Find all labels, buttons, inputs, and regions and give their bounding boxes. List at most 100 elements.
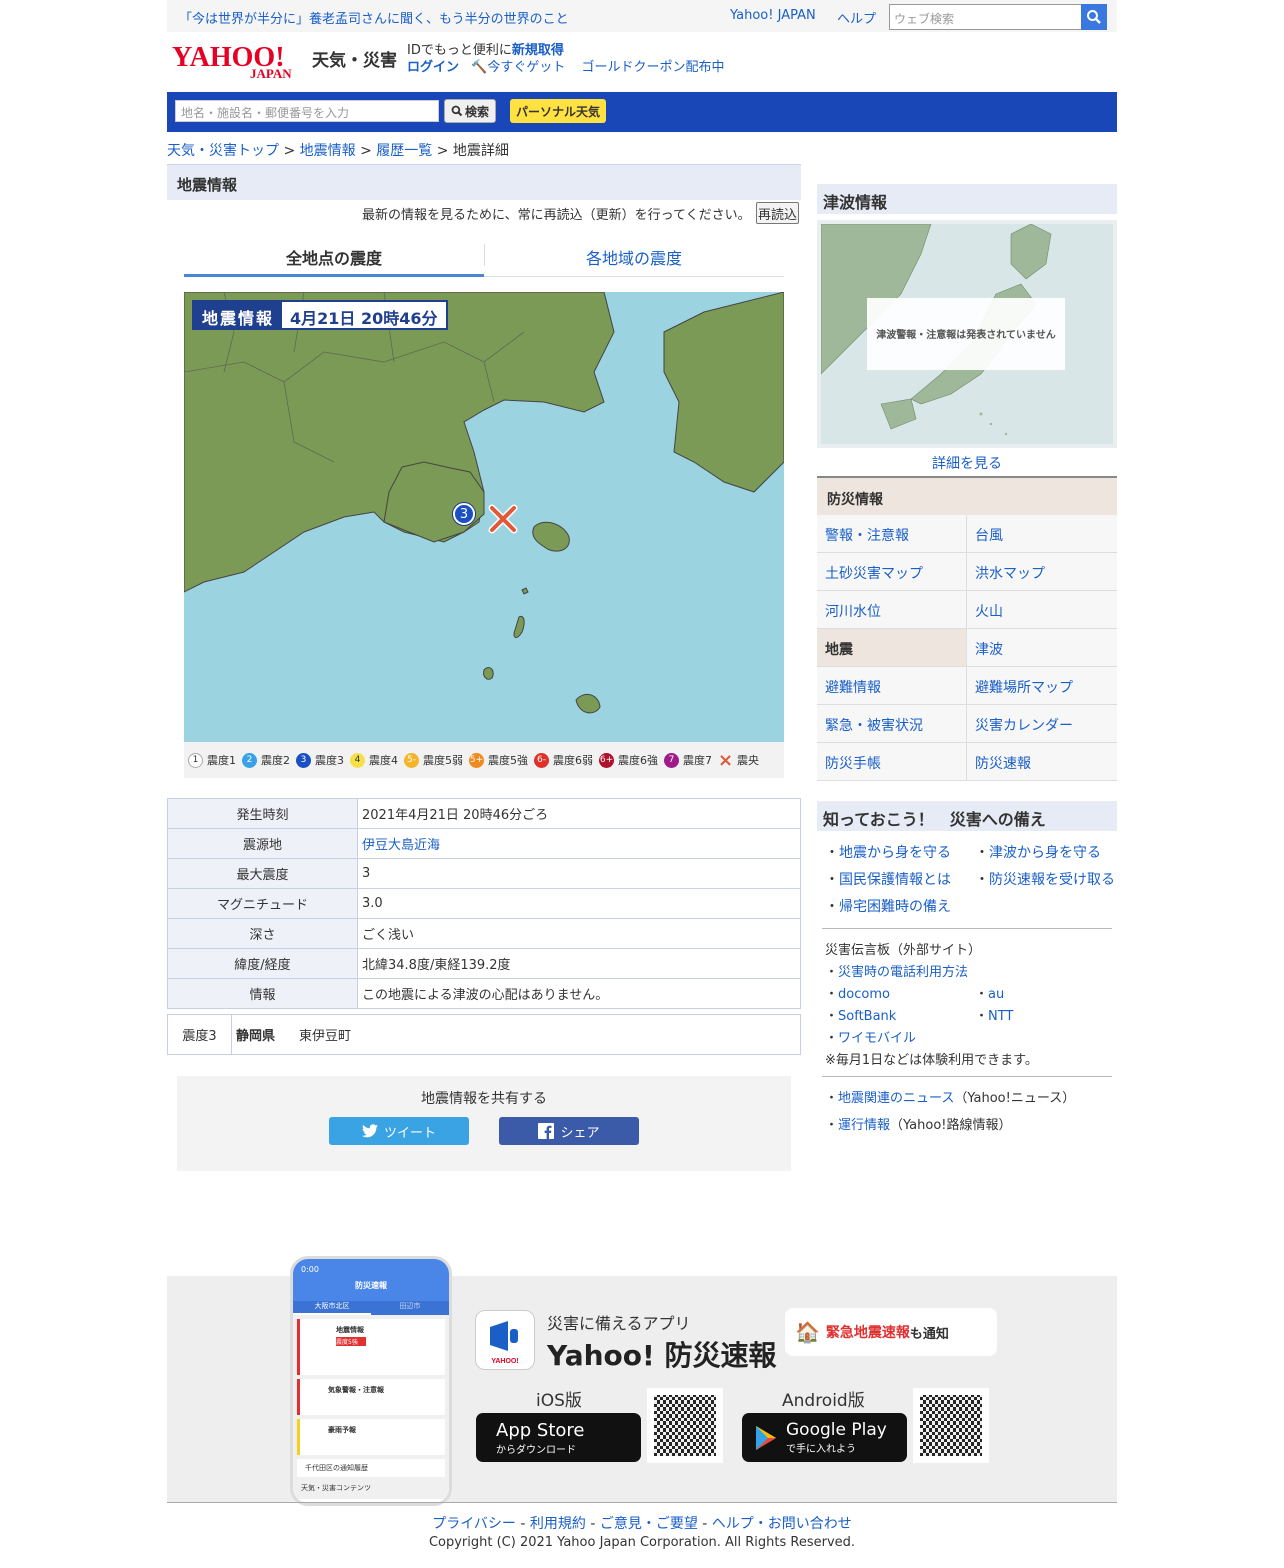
legend-item: 6- 震度6弱: [534, 752, 593, 768]
tsunami-map[interactable]: 津波警報・注意報は発表されていません: [817, 220, 1117, 448]
detail-key: 最大震度: [167, 858, 358, 889]
legend-label: 震度7: [683, 754, 712, 767]
bousai-link[interactable]: 台風: [967, 515, 1117, 553]
footer-feedback[interactable]: ご意見・ご要望: [600, 1516, 698, 1532]
dengon-note: ※毎月1日などは体験利用できます。: [825, 1053, 1038, 1068]
know-link[interactable]: 帰宅困難時の備え: [839, 899, 951, 915]
gplay-sub: で手に入れよう: [786, 1444, 856, 1455]
legend-item: 5+ 震度5強: [469, 752, 528, 768]
legend-item: 7 震度7: [664, 752, 712, 768]
footer-privacy[interactable]: プライバシー: [432, 1516, 516, 1532]
points-city: 東伊豆町: [299, 1029, 352, 1044]
bousai-link[interactable]: 警報・注意報: [817, 515, 967, 553]
legend-label: 震度6弱: [553, 754, 593, 767]
legend-item: 4 震度4: [350, 752, 398, 768]
detail-value: 北緯34.8度/東経139.2度: [357, 948, 801, 979]
tsunami-heading: 津波情報: [817, 184, 1117, 214]
detail-value: この地震による津波の心配はありません。: [357, 978, 801, 1009]
legend-swatch: ×: [717, 749, 734, 771]
train-link[interactable]: 運行情報: [838, 1118, 890, 1133]
bousai-link[interactable]: 避難場所マップ: [967, 667, 1117, 705]
crumb-history[interactable]: 履歴一覧: [376, 143, 432, 159]
app-store-button[interactable]: App Store からダウンロード: [476, 1413, 641, 1462]
train-source: （Yahoo!路線情報）: [890, 1118, 1012, 1133]
bousai-link[interactable]: 災害カレンダー: [967, 705, 1117, 743]
know-link[interactable]: 津波から身を守る: [989, 845, 1101, 861]
tab-regions[interactable]: 各地域の震度: [484, 236, 784, 277]
dengon-link[interactable]: 災害時の電話利用方法: [838, 965, 968, 980]
get-now-link[interactable]: 今すぐゲット: [487, 60, 565, 75]
legend-swatch: 1: [188, 752, 203, 768]
intensity-tabs: 全地点の震度 各地域の震度: [184, 236, 784, 277]
carrier-softbank[interactable]: SoftBank: [838, 1009, 896, 1024]
bousai-link[interactable]: 防災手帳: [817, 743, 967, 781]
phone-tab: 大阪市北区: [293, 1301, 371, 1315]
footer-help[interactable]: ヘルプ・お問い合わせ: [712, 1516, 852, 1532]
detail-value[interactable]: 伊豆大島近海: [357, 828, 801, 859]
earthquake-map[interactable]: 地震情報 4月21日 20時46分 3: [184, 292, 784, 742]
reload-button[interactable]: 再読込: [756, 202, 799, 224]
legend-label: 震度5弱: [423, 754, 463, 767]
carrier-ntt[interactable]: NTT: [988, 1009, 1013, 1024]
notify-eew: 緊急地震速報: [825, 1325, 910, 1341]
crumb-earthquake[interactable]: 地震情報: [300, 143, 356, 159]
news-link[interactable]: 地震関連のニュース: [838, 1091, 954, 1106]
promo-link[interactable]: 「今は世界が半分に」養老孟司さんに聞く、もう半分の世界のこと: [179, 8, 569, 27]
carrier-au[interactable]: au: [988, 987, 1004, 1002]
legend-swatch: 6+: [599, 752, 614, 768]
know-link[interactable]: 地震から身を守る: [839, 845, 951, 861]
detail-value: 3.0: [357, 888, 801, 919]
phone-title: 防災速報: [355, 1281, 387, 1290]
phone-time: 0:00: [301, 1265, 319, 1274]
ios-qr-code: [647, 1388, 723, 1463]
location-search-button[interactable]: 検索: [444, 99, 496, 123]
detail-row: 発生時刻 2021年4月21日 20時46分ごろ: [167, 798, 801, 829]
bousai-link[interactable]: 土砂災害マップ: [817, 553, 967, 591]
google-play-button[interactable]: Google Play で手に入れよう: [742, 1413, 907, 1462]
phone-mockup: 0:00 防災速報 大阪市北区 田辺市 地震情報 震度5強 気象警報・注意報 豪雨…: [290, 1256, 452, 1506]
legend-swatch: 6-: [534, 752, 549, 768]
legend-item: 5- 震度5弱: [404, 752, 463, 768]
crumb-top[interactable]: 天気・災害トップ: [167, 143, 279, 159]
tab-all-points[interactable]: 全地点の震度: [184, 236, 484, 277]
intensity-marker[interactable]: 3: [453, 503, 475, 525]
know-link[interactable]: 国民保護情報とは: [839, 872, 951, 888]
carrier-docomo[interactable]: docomo: [838, 987, 890, 1002]
facebook-share-button[interactable]: シェア: [499, 1117, 639, 1145]
tsunami-detail-link[interactable]: 詳細を見る: [817, 453, 1117, 473]
legend-label: 震度5強: [488, 754, 528, 767]
footer: プライバシー - 利用規約 - ご意見・ご要望 - ヘルプ・お問い合わせ Cop…: [167, 1502, 1117, 1550]
detail-label: 詳細を見る: [932, 456, 1002, 472]
bousai-link[interactable]: 防災速報: [967, 743, 1117, 781]
phone-card-title: 豪雨予報: [328, 1426, 356, 1434]
bousai-link[interactable]: 緊急・被害状況: [817, 705, 967, 743]
help-link[interactable]: ヘルプ: [837, 8, 876, 27]
detail-key: マグニチュード: [167, 888, 358, 919]
detail-key: 情報: [167, 978, 358, 1009]
yahoo-logo[interactable]: YAHOO! JAPAN: [172, 42, 312, 81]
login-link[interactable]: ログイン: [407, 60, 459, 75]
footer-terms[interactable]: 利用規約: [530, 1516, 586, 1532]
bousai-link[interactable]: 洪水マップ: [967, 553, 1117, 591]
coupon-link[interactable]: ゴールドクーポン配布中: [582, 60, 725, 75]
legend-label: 震度1: [207, 754, 236, 767]
ios-label: iOS版: [536, 1391, 582, 1411]
appstore-sub: からダウンロード: [496, 1444, 576, 1456]
divider: [822, 928, 1112, 929]
web-search-input[interactable]: ウェブ検索: [889, 4, 1083, 30]
bousai-link[interactable]: 河川水位: [817, 591, 967, 629]
location-input[interactable]: 地名・施設名・郵便番号を入力: [175, 100, 439, 122]
yahoo-japan-link[interactable]: Yahoo! JAPAN: [730, 8, 816, 23]
know-link[interactable]: 防災速報を受け取る: [989, 872, 1115, 888]
carrier-ymobile[interactable]: ワイモバイル: [838, 1031, 916, 1046]
personal-weather-button[interactable]: パーソナル天気: [510, 99, 606, 123]
web-search-button[interactable]: [1081, 4, 1107, 30]
tweet-button[interactable]: ツイート: [329, 1117, 469, 1145]
signup-link[interactable]: 新規取得: [512, 43, 564, 58]
bousai-link[interactable]: 火山: [967, 591, 1117, 629]
bousai-link[interactable]: 津波: [967, 629, 1117, 667]
bousai-link[interactable]: 避難情報: [817, 667, 967, 705]
legend-swatch: 5+: [469, 752, 484, 768]
detail-key: 緯度/経度: [167, 948, 358, 979]
app-icon: YAHOO!: [475, 1310, 535, 1370]
